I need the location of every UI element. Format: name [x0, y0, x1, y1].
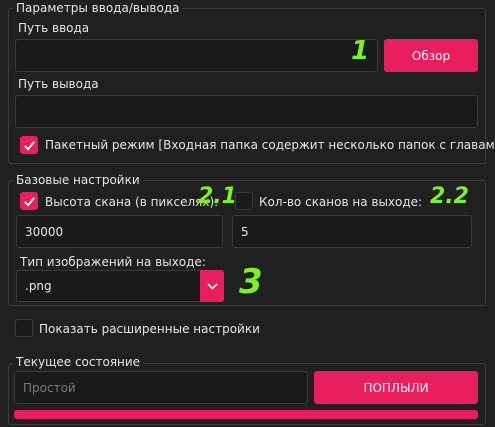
- annotation-1: 1: [351, 36, 370, 66]
- annotation-3: 3: [239, 262, 263, 302]
- annotation-2-1: 2.1: [198, 184, 237, 209]
- batch-mode-label: Пакетный режим [Входная папка содержит н…: [45, 138, 495, 152]
- scan-height-label: Высота скана (в пикселях):: [45, 195, 219, 209]
- scan-height-input[interactable]: 30000: [16, 215, 223, 248]
- io-params-title: Параметры ввода/вывода: [13, 1, 183, 15]
- run-button[interactable]: ПОПЛЫЛИ: [314, 371, 478, 404]
- image-type-value: .png: [25, 279, 52, 293]
- scan-count-checkbox[interactable]: [235, 192, 253, 210]
- output-path-field[interactable]: [15, 95, 478, 128]
- progress-bar: [14, 410, 478, 419]
- progress-fill: [14, 410, 478, 419]
- scan-count-input[interactable]: 5: [232, 215, 472, 248]
- chevron-down-icon: [206, 282, 218, 290]
- scan-height-checkbox[interactable]: [20, 192, 38, 210]
- batch-mode-checkbox[interactable]: [20, 136, 38, 154]
- output-path-label: Путь вывода: [18, 77, 99, 91]
- basic-settings-title: Базовые настройки: [13, 173, 143, 187]
- image-type-label: Тип изображений на выходе:: [20, 255, 206, 269]
- scan-count-label: Кол-во сканов на выходе:: [259, 195, 423, 209]
- image-type-select[interactable]: .png: [16, 270, 224, 302]
- status-field: Простой: [14, 371, 308, 404]
- advanced-settings-label: Показать расширенные настройки: [39, 322, 260, 336]
- input-path-field[interactable]: [15, 39, 378, 72]
- browse-button[interactable]: Обзор: [384, 39, 478, 72]
- check-icon: [23, 196, 35, 207]
- check-icon: [23, 140, 35, 151]
- status-title: Текущее состояние: [13, 355, 144, 369]
- annotation-2-2: 2.2: [430, 184, 469, 209]
- dropdown-button[interactable]: [200, 270, 224, 302]
- input-path-label: Путь ввода: [18, 21, 90, 35]
- advanced-settings-checkbox[interactable]: [15, 319, 33, 337]
